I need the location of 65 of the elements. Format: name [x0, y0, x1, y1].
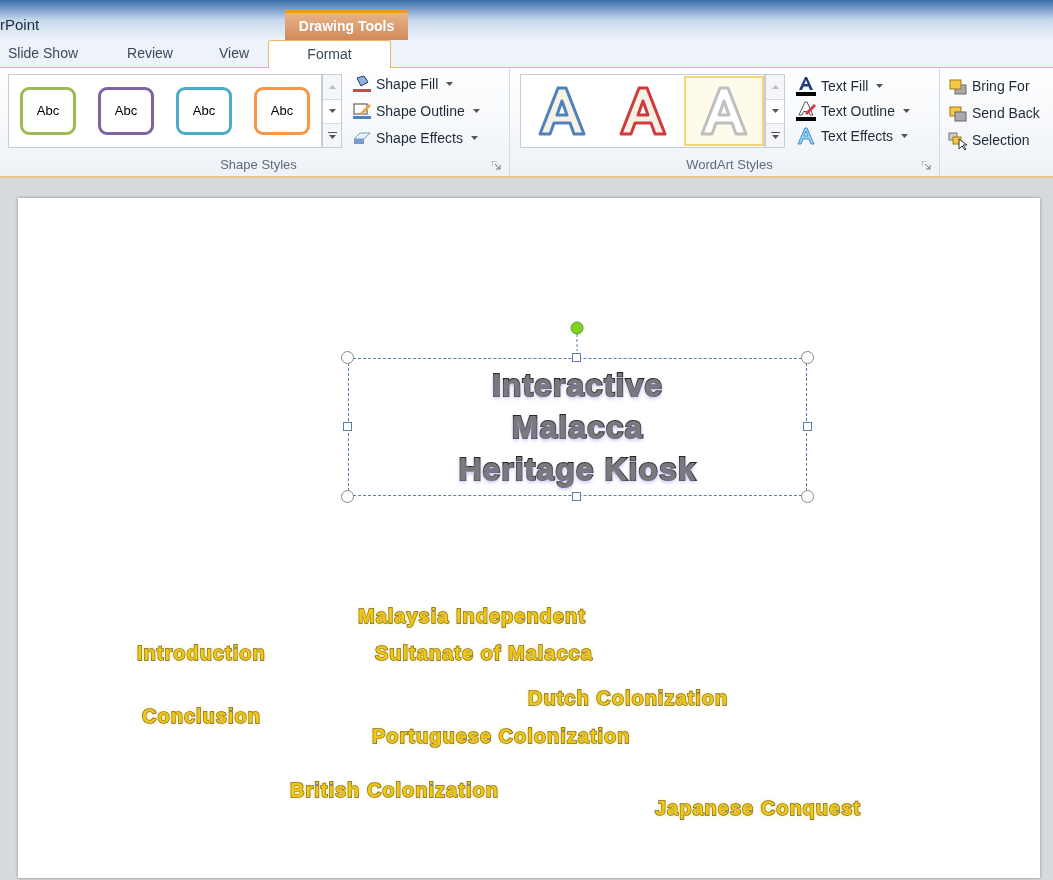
ribbon-tab[interactable]: Format — [268, 40, 391, 68]
resize-handle[interactable] — [572, 492, 581, 501]
shape-style[interactable]: Abc — [176, 87, 232, 136]
slide-text: Malaysia Independent — [358, 604, 586, 628]
title-text: Malacca — [511, 408, 644, 447]
up-arrow-icon — [328, 84, 336, 89]
dropdown-caret-icon — [470, 136, 478, 141]
resize-handle[interactable] — [803, 422, 812, 431]
ribbon-command[interactable]: Shape Fill — [352, 73, 480, 95]
ribbon-command[interactable]: Send Back — [948, 103, 1040, 124]
window-title: rPoint — [0, 15, 40, 35]
group-label: WordArt Styles — [686, 156, 773, 175]
slide-text: Dutch Colonization — [528, 686, 729, 710]
dropdown-caret-icon — [901, 134, 909, 139]
ribbon-command[interactable]: Bring For — [948, 76, 1040, 97]
slide-text: Japanese Conquest — [655, 796, 861, 820]
ribbon-command[interactable]: Selection — [948, 130, 1040, 151]
ribbon-command[interactable]: Text Outline — [795, 100, 910, 122]
ribbon-command[interactable]: Text Fill — [795, 75, 910, 97]
shape-style[interactable]: Abc — [254, 87, 310, 136]
resize-handle[interactable] — [341, 351, 354, 364]
slide-text: British Colonization — [290, 778, 499, 802]
rotation-handle[interactable] — [570, 321, 584, 351]
letter-a-icon — [795, 76, 817, 97]
ribbon-command[interactable]: Shape Outline — [352, 100, 480, 122]
ribbon-tab[interactable]: Review — [100, 39, 200, 67]
ribbon-tab[interactable]: Slide Show — [0, 39, 100, 67]
ribbon-command[interactable]: Shape Effects — [352, 127, 480, 149]
down-arrow-icon — [328, 109, 336, 114]
slide-text: Conclusion — [142, 704, 261, 728]
down-arrow-icon — [771, 109, 779, 114]
dropdown-caret-icon — [876, 84, 884, 89]
expand-gallery-icon — [327, 132, 337, 139]
glowing-letter-a-icon — [795, 126, 817, 147]
paint-bucket-icon — [352, 75, 372, 94]
ribbon-tab[interactable]: View — [200, 39, 268, 67]
letter-a-pencil-icon — [795, 101, 817, 122]
dialog-launcher-icon[interactable] — [492, 161, 501, 171]
dropdown-caret-icon — [902, 109, 910, 114]
contextual-tab-label: Drawing Tools — [298, 17, 395, 36]
title-text: Heritage Kiosk — [458, 450, 697, 489]
resize-handle[interactable] — [341, 490, 354, 503]
shape-style[interactable]: Abc — [20, 87, 76, 136]
dialog-launcher-icon[interactable] — [922, 161, 931, 171]
pencil-icon — [352, 102, 372, 121]
title-text: Interactive — [491, 366, 664, 405]
stacked-squares-icon — [948, 77, 968, 96]
resize-handle[interactable] — [343, 422, 352, 431]
shape-style[interactable]: Abc — [98, 87, 154, 136]
slide-text: Sultanate of Malacca — [375, 641, 593, 665]
resize-handle[interactable] — [801, 351, 814, 364]
expand-gallery-icon — [770, 132, 780, 139]
ribbon-command[interactable]: Text Effects — [795, 125, 910, 147]
resize-handle[interactable] — [801, 490, 814, 503]
scroll-down-button[interactable] — [323, 99, 341, 124]
resize-handle[interactable] — [572, 353, 581, 362]
dropdown-caret-icon — [446, 82, 454, 87]
stacked-squares-icon — [948, 104, 968, 123]
up-arrow-icon — [771, 84, 779, 89]
slide-text: Portuguese Colonization — [372, 724, 631, 748]
group-label: Shape Styles — [220, 156, 297, 175]
selection-pane-icon — [948, 131, 968, 150]
dropdown-caret-icon — [472, 109, 480, 114]
scroll-down-button[interactable] — [766, 99, 784, 124]
slide-text: Introduction — [137, 641, 266, 665]
